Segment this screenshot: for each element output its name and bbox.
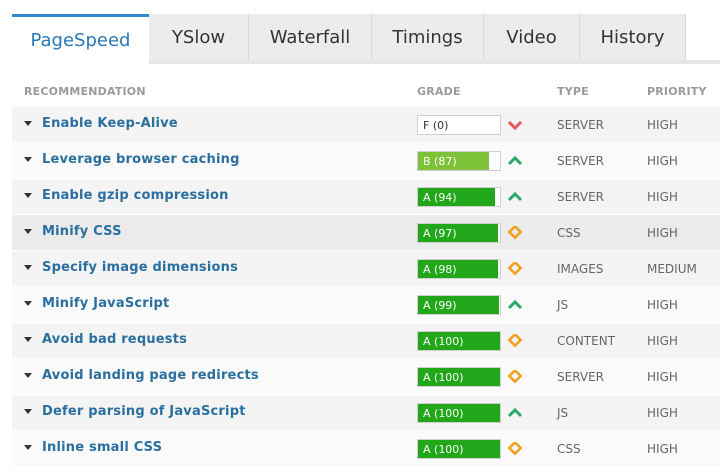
tab-label: Video (506, 26, 557, 48)
tab-label: Timings (392, 26, 463, 48)
grade-bar: B (87) (417, 151, 501, 171)
priority-cell: HIGH (647, 406, 678, 420)
caret-down-icon[interactable] (24, 193, 32, 198)
type-cell: SERVER (557, 190, 605, 204)
grade-bar: A (98) (417, 259, 501, 279)
type-cell: SERVER (557, 370, 605, 384)
priority-cell: HIGH (647, 298, 678, 312)
recommendation-link[interactable]: Enable Keep-Alive (42, 116, 178, 131)
table-header: RECOMMENDATION GRADE TYPE PRIORITY (12, 78, 720, 106)
caret-down-icon[interactable] (24, 157, 32, 162)
type-cell: JS (557, 298, 569, 312)
trend-up-icon (507, 407, 523, 418)
recommendation-link[interactable]: Enable gzip compression (42, 188, 229, 203)
recommendation-link[interactable]: Minify CSS (42, 224, 122, 239)
recommendation-link[interactable]: Leverage browser caching (42, 152, 240, 167)
table-row[interactable]: Enable Keep-Alive F (0) SERVER HIGH (12, 107, 720, 143)
grade-bar: A (100) (417, 331, 501, 351)
trend-up-icon (507, 191, 523, 202)
grade-label: A (97) (423, 227, 457, 240)
grade-bar: A (100) (417, 367, 501, 387)
table-row[interactable]: Avoid landing page redirects A (100) SERVE… (12, 359, 720, 395)
table-row[interactable]: Inline small CSS A (100) CSS HIGH (12, 431, 720, 467)
table-row[interactable]: Defer parsing of JavaScript A (100) JS HIGH (12, 395, 720, 431)
caret-down-icon[interactable] (24, 229, 32, 234)
priority-cell: MEDIUM (647, 262, 697, 276)
grade-label: A (100) (423, 443, 464, 456)
priority-cell: HIGH (647, 118, 678, 132)
type-cell: JS (557, 406, 569, 420)
tab-label: PageSpeed (30, 30, 131, 51)
type-cell: CSS (557, 442, 581, 456)
grade-bar: A (97) (417, 223, 501, 243)
recommendation-link[interactable]: Avoid bad requests (42, 332, 187, 347)
priority-cell: HIGH (647, 370, 678, 384)
grade-label: A (99) (423, 299, 457, 312)
tab-yslow[interactable]: YSlow (149, 14, 249, 60)
type-cell: CONTENT (557, 334, 616, 348)
recommendation-link[interactable]: Defer parsing of JavaScript (42, 404, 246, 419)
grade-bar: F (0) (417, 115, 501, 135)
trend-up-icon (507, 299, 523, 310)
priority-cell: HIGH (647, 334, 678, 348)
column-header-type: TYPE (557, 85, 589, 98)
tab-bar: PageSpeed YSlow Waterfall Timings Video … (12, 14, 720, 64)
priority-cell: HIGH (647, 226, 678, 240)
priority-cell: HIGH (647, 190, 678, 204)
table-row[interactable]: Minify JavaScript A (99) JS HIGH (12, 287, 720, 323)
trend-down-icon (507, 120, 523, 131)
trend-neutral-icon (507, 334, 523, 348)
grade-bar: A (100) (417, 439, 501, 459)
table-row[interactable]: Avoid bad requests A (100) CONTENT HIGH (12, 323, 720, 359)
grade-label: A (100) (423, 407, 464, 420)
grade-bar: A (100) (417, 403, 501, 423)
tab-label: Waterfall (269, 26, 351, 48)
recommendation-link[interactable]: Inline small CSS (42, 440, 162, 455)
trend-up-icon (507, 155, 523, 166)
recommendation-table: Enable Keep-Alive F (0) SERVER HIGH Leverage… (12, 107, 720, 467)
table-row[interactable]: Leverage browser caching B (87) SERVER HIGH (12, 143, 720, 179)
recommendation-link[interactable]: Specify image dimensions (42, 260, 238, 275)
column-header-recommendation: RECOMMENDATION (24, 85, 146, 98)
tab-history[interactable]: History (580, 14, 686, 60)
tab-waterfall[interactable]: Waterfall (249, 14, 372, 60)
caret-down-icon[interactable] (24, 121, 32, 126)
caret-down-icon[interactable] (24, 409, 32, 414)
grade-label: A (100) (423, 335, 464, 348)
grade-label: A (94) (423, 191, 457, 204)
type-cell: SERVER (557, 154, 605, 168)
grade-bar: A (94) (417, 187, 501, 207)
trend-neutral-icon (507, 370, 523, 384)
tab-label: History (600, 26, 665, 48)
trend-neutral-icon (507, 226, 523, 240)
table-row[interactable]: Enable gzip compression A (94) SERVER HIGH (12, 179, 720, 215)
type-cell: SERVER (557, 118, 605, 132)
grade-label: A (98) (423, 263, 457, 276)
recommendation-link[interactable]: Avoid landing page redirects (42, 368, 259, 383)
trend-neutral-icon (507, 262, 523, 276)
caret-down-icon[interactable] (24, 445, 32, 450)
tab-label: YSlow (171, 26, 226, 48)
trend-neutral-icon (507, 442, 523, 456)
table-row[interactable]: Specify image dimensions A (98) IMAGES MEDI… (12, 251, 720, 287)
type-cell: IMAGES (557, 262, 604, 276)
tab-pagespeed[interactable]: PageSpeed (12, 14, 149, 64)
caret-down-icon[interactable] (24, 373, 32, 378)
grade-label: A (100) (423, 371, 464, 384)
column-header-priority: PRIORITY (647, 85, 707, 98)
grade-label: B (87) (423, 155, 457, 168)
column-header-grade: GRADE (417, 85, 461, 98)
tab-video[interactable]: Video (484, 14, 580, 60)
grade-label: F (0) (423, 119, 449, 132)
caret-down-icon[interactable] (24, 337, 32, 342)
caret-down-icon[interactable] (24, 265, 32, 270)
priority-cell: HIGH (647, 442, 678, 456)
type-cell: CSS (557, 226, 581, 240)
recommendation-link[interactable]: Minify JavaScript (42, 296, 169, 311)
caret-down-icon[interactable] (24, 301, 32, 306)
tab-timings[interactable]: Timings (372, 14, 484, 60)
table-row[interactable]: Minify CSS A (97) CSS HIGH (12, 215, 720, 251)
priority-cell: HIGH (647, 154, 678, 168)
grade-bar: A (99) (417, 295, 501, 315)
